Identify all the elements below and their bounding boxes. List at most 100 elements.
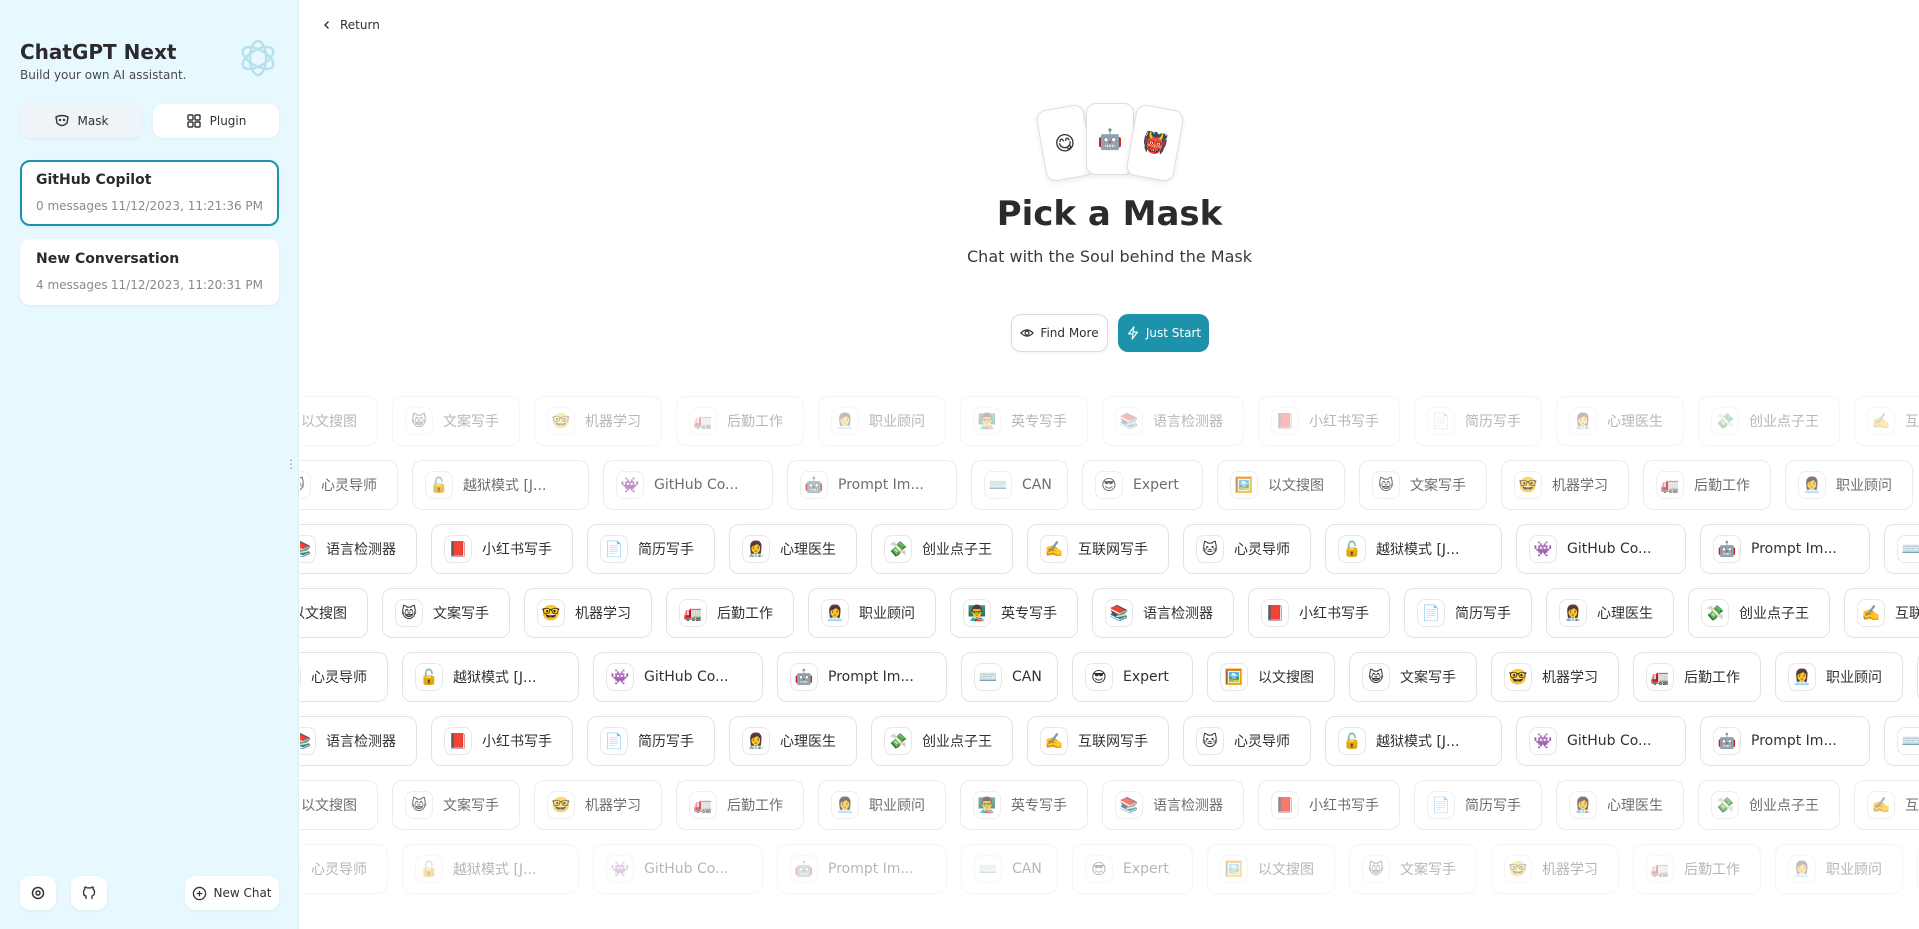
mask-tile[interactable]: 🐱 心灵导师: [300, 460, 398, 510]
mask-tile[interactable]: ✍️ 互联网写手: [1844, 588, 1919, 638]
mask-tile[interactable]: 😸 文案写手: [392, 396, 520, 446]
mask-tile[interactable]: 🚛 后勤工作: [676, 780, 804, 830]
mask-tile[interactable]: 😸 文案写手: [1359, 460, 1487, 510]
mask-tile[interactable]: 👾 GitHub Co...: [1516, 524, 1686, 574]
mask-tile[interactable]: 😸 文案写手: [1349, 652, 1477, 702]
mask-tile[interactable]: 📚 语言检测器: [1102, 780, 1244, 830]
mask-tile[interactable]: 🖼️以文搜图: [300, 396, 378, 446]
mask-tile[interactable]: 📄 简历写手: [1404, 588, 1532, 638]
mask-tile[interactable]: 📄 简历写手: [1414, 396, 1542, 446]
mask-tile[interactable]: 👩‍💼 职业顾问: [1785, 460, 1913, 510]
mask-tile[interactable]: 🐱 心灵导师: [300, 844, 388, 894]
chat-item-github-copilot[interactable]: GitHub Copilot 0 messages 11/12/2023, 11…: [20, 160, 279, 226]
mask-tile[interactable]: 🖼️以文搜图: [1207, 652, 1335, 702]
mask-tile[interactable]: 💸 创业点子王: [871, 524, 1013, 574]
mask-tile[interactable]: 🖼️以文搜图: [1217, 460, 1345, 510]
mask-tile[interactable]: 📄 简历写手: [1414, 780, 1542, 830]
mask-tile[interactable]: 💸 创业点子王: [871, 716, 1013, 766]
mask-tile[interactable]: 🤓 机器学习: [1491, 844, 1619, 894]
mask-tile[interactable]: 📚 语言检测器: [1092, 588, 1234, 638]
plugin-button[interactable]: Plugin: [153, 104, 279, 138]
mask-tile[interactable]: 🖼️以文搜图: [300, 780, 378, 830]
mask-tile[interactable]: 🤓 机器学习: [534, 396, 662, 446]
mask-tile[interactable]: 📚 语言检测器: [300, 524, 417, 574]
mask-tile[interactable]: ✍️ 互联网写手: [1854, 396, 1919, 446]
mask-tile[interactable]: 🐱 心灵导师: [1183, 716, 1311, 766]
mask-tile[interactable]: 📚 语言检测器: [1102, 396, 1244, 446]
mask-tile[interactable]: 🚛 后勤工作: [1633, 652, 1761, 702]
mask-tile[interactable]: 👾 GitHub Co...: [603, 460, 773, 510]
mask-tile[interactable]: 👩‍💼 职业顾问: [818, 396, 946, 446]
return-button[interactable]: Return: [322, 18, 380, 32]
mask-tile[interactable]: 💸 创业点子王: [1688, 588, 1830, 638]
mask-tile[interactable]: 👨‍🏫 英专写手: [950, 588, 1078, 638]
mask-tile[interactable]: 🐱 心灵导师: [1183, 524, 1311, 574]
mask-button[interactable]: Mask: [20, 104, 142, 138]
github-button[interactable]: [71, 876, 107, 910]
mask-tile[interactable]: ✍️ 互联网写手: [1027, 524, 1169, 574]
mask-tile[interactable]: 👾 GitHub Co...: [593, 652, 763, 702]
mask-tile[interactable]: 📕 小红书写手: [1248, 588, 1390, 638]
mask-tile[interactable]: 🔓 越狱模式 [J...: [1325, 716, 1502, 766]
mask-tile[interactable]: 👩‍💼 职业顾问: [808, 588, 936, 638]
mask-tile[interactable]: 📕 小红书写手: [1258, 780, 1400, 830]
mask-tile[interactable]: 🤓 机器学习: [534, 780, 662, 830]
mask-tile[interactable]: ⌨️CAN: [961, 844, 1058, 894]
mask-tile[interactable]: 🤓 机器学习: [1501, 460, 1629, 510]
mask-tile[interactable]: 📄 简历写手: [587, 524, 715, 574]
mask-tile[interactable]: ✍️ 互联网写手: [1027, 716, 1169, 766]
mask-tile[interactable]: 🔓 越狱模式 [J...: [412, 460, 589, 510]
just-start-button[interactable]: Just Start: [1118, 314, 1209, 352]
mask-tile[interactable]: 🤓 机器学习: [1491, 652, 1619, 702]
mask-tile[interactable]: 🚛 后勤工作: [1643, 460, 1771, 510]
mask-tile[interactable]: 🤓 机器学习: [524, 588, 652, 638]
mask-tile[interactable]: 🖼️以文搜图: [1207, 844, 1335, 894]
mask-tile[interactable]: 🔓 越狱模式 [J...: [1325, 524, 1502, 574]
mask-tile[interactable]: 🤖 Prompt Im...: [777, 844, 947, 894]
mask-tile[interactable]: ⌨️CAN: [961, 652, 1058, 702]
mask-tile[interactable]: 🤖 Prompt Im...: [1700, 524, 1870, 574]
mask-tile[interactable]: 👩‍💼 职业顾问: [1775, 652, 1903, 702]
mask-tile[interactable]: 😸 文案写手: [392, 780, 520, 830]
mask-tile[interactable]: ⌨️CAN: [971, 460, 1068, 510]
mask-tile[interactable]: 👩‍⚕️ 心理医生: [1556, 396, 1684, 446]
new-chat-button[interactable]: New Chat: [185, 876, 279, 910]
mask-tile[interactable]: 💸 创业点子王: [1698, 396, 1840, 446]
mask-tile[interactable]: ⌨️CAN: [1884, 524, 1919, 574]
mask-tile[interactable]: 📕 小红书写手: [1258, 396, 1400, 446]
mask-tile[interactable]: 👨‍🏫 英专写手: [960, 396, 1088, 446]
find-more-button[interactable]: Find More: [1011, 314, 1108, 352]
mask-tile[interactable]: 🤖 Prompt Im...: [787, 460, 957, 510]
mask-tile[interactable]: 🚛 后勤工作: [1633, 844, 1761, 894]
mask-tile[interactable]: 🚛 后勤工作: [666, 588, 794, 638]
mask-tile[interactable]: 👨‍🏫 英专写手: [960, 780, 1088, 830]
mask-tile[interactable]: 👩‍⚕️ 心理医生: [729, 524, 857, 574]
mask-tile[interactable]: 👩‍💼 职业顾问: [1775, 844, 1903, 894]
mask-tile[interactable]: 🐱 心灵导师: [300, 652, 388, 702]
mask-tile[interactable]: 📕 小红书写手: [431, 524, 573, 574]
mask-tile[interactable]: 👩‍⚕️ 心理医生: [729, 716, 857, 766]
mask-tile[interactable]: 😎 Expert: [1072, 652, 1193, 702]
mask-tile[interactable]: 😸 文案写手: [382, 588, 510, 638]
mask-tile[interactable]: 👾 GitHub Co...: [593, 844, 763, 894]
mask-tile[interactable]: 🔓 越狱模式 [J...: [402, 652, 579, 702]
mask-tile[interactable]: 👩‍💼 职业顾问: [818, 780, 946, 830]
mask-tile[interactable]: 📕 小红书写手: [431, 716, 573, 766]
mask-tile[interactable]: 👾 GitHub Co...: [1516, 716, 1686, 766]
mask-tile[interactable]: 🚛 后勤工作: [676, 396, 804, 446]
settings-button[interactable]: [20, 876, 56, 910]
mask-tile[interactable]: 😎 Expert: [1082, 460, 1203, 510]
mask-tile[interactable]: 💸 创业点子王: [1698, 780, 1840, 830]
mask-tile[interactable]: 👩‍⚕️ 心理医生: [1546, 588, 1674, 638]
mask-tile[interactable]: 🤖 Prompt Im...: [1700, 716, 1870, 766]
mask-tile[interactable]: 🔓 越狱模式 [J...: [402, 844, 579, 894]
mask-tile[interactable]: 📚 语言检测器: [300, 716, 417, 766]
mask-tile[interactable]: 😎 Expert: [1072, 844, 1193, 894]
chat-item-new-conversation[interactable]: New Conversation 4 messages 11/12/2023, …: [20, 239, 279, 305]
mask-tile[interactable]: ✍️ 互联网写手: [1854, 780, 1919, 830]
mask-tile[interactable]: ⌨️CAN: [1884, 716, 1919, 766]
mask-tile[interactable]: 😸 文案写手: [1349, 844, 1477, 894]
mask-tile[interactable]: 🤖 Prompt Im...: [777, 652, 947, 702]
mask-tile[interactable]: 👩‍⚕️ 心理医生: [1556, 780, 1684, 830]
mask-tile[interactable]: 🖼️以文搜图: [300, 588, 368, 638]
